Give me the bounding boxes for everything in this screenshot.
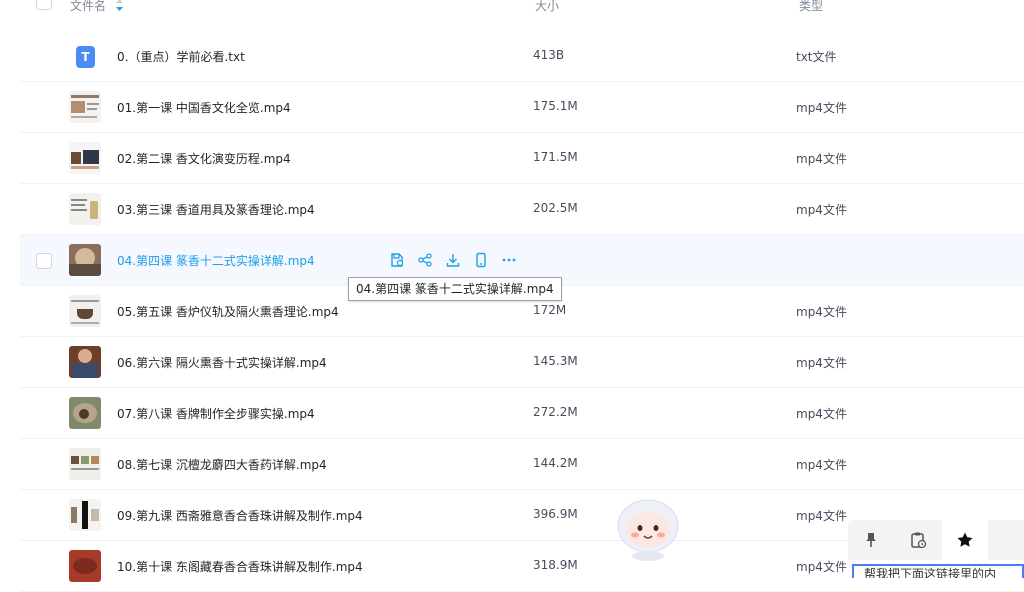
file-type: mp4文件 [796, 458, 847, 472]
file-name[interactable]: 05.第五课 香炉仪轨及隔火熏香理论.mp4 [117, 303, 339, 320]
select-all-checkbox[interactable] [36, 0, 52, 10]
file-size: 272.2M [533, 405, 578, 419]
file-name[interactable]: 0.（重点）学前必看.txt [117, 48, 245, 65]
pin-icon[interactable] [848, 520, 894, 560]
file-list-header: 文件名 大小 类型 [0, 0, 1024, 16]
file-size: 172M [533, 303, 567, 317]
floating-toolbar [848, 520, 1024, 560]
file-name[interactable]: 02.第二课 香文化演变历程.mp4 [117, 150, 291, 167]
save-icon[interactable] [388, 251, 406, 269]
download-icon[interactable] [444, 251, 462, 269]
file-name[interactable]: 07.第八课 香牌制作全步骤实操.mp4 [117, 405, 315, 422]
video-thumbnail [69, 550, 101, 582]
column-header-type[interactable]: 类型 [799, 0, 823, 14]
video-thumbnail [69, 244, 101, 276]
more-icon[interactable] [500, 251, 518, 269]
clipboard-icon[interactable] [895, 520, 941, 560]
file-name[interactable]: 10.第十课 东阁藏春香合香珠讲解及制作.mp4 [117, 558, 363, 575]
star-icon[interactable] [942, 520, 988, 560]
file-size: 171.5M [533, 150, 578, 164]
file-row[interactable]: 06.第六课 隔火熏香十式实操详解.mp4 145.3M mp4文件 [20, 337, 1024, 388]
video-thumbnail [69, 397, 101, 429]
filename-tooltip: 04.第四课 篆香十二式实操详解.mp4 [348, 277, 562, 301]
video-thumbnail [69, 142, 101, 174]
file-size: 202.5M [533, 201, 578, 215]
file-name[interactable]: 04.第四课 篆香十二式实操详解.mp4 [117, 252, 315, 269]
file-row[interactable]: 08.第七课 沉檀龙麝四大香药详解.mp4 144.2M mp4文件 [20, 439, 1024, 490]
column-header-size[interactable]: 大小 [535, 0, 559, 14]
column-header-name[interactable]: 文件名 [70, 0, 106, 14]
file-type: mp4文件 [796, 152, 847, 166]
video-thumbnail [69, 346, 101, 378]
file-size: 175.1M [533, 99, 578, 113]
assistant-input[interactable]: 帮我把下面这链接里的内 [852, 564, 1024, 578]
file-row[interactable]: T 0.（重点）学前必看.txt 413B txt文件 [20, 31, 1024, 82]
file-type: mp4文件 [796, 509, 847, 523]
file-type: mp4文件 [796, 203, 847, 217]
assistant-mascot-icon[interactable] [612, 498, 684, 562]
file-row[interactable]: 01.第一课 中国香文化全览.mp4 175.1M mp4文件 [20, 82, 1024, 133]
txt-file-icon: T [76, 46, 95, 68]
file-name[interactable]: 01.第一课 中国香文化全览.mp4 [117, 99, 291, 116]
phone-icon[interactable] [472, 251, 490, 269]
file-size: 413B [533, 48, 565, 62]
file-row[interactable]: 03.第三课 香道用具及篆香理论.mp4 202.5M mp4文件 [20, 184, 1024, 235]
file-name[interactable]: 03.第三课 香道用具及篆香理论.mp4 [117, 201, 315, 218]
video-thumbnail [69, 91, 101, 123]
sort-icon[interactable] [115, 0, 124, 12]
video-thumbnail [69, 193, 101, 225]
file-type: mp4文件 [796, 305, 847, 319]
share-icon[interactable] [416, 251, 434, 269]
file-name[interactable]: 06.第六课 隔火熏香十式实操详解.mp4 [117, 354, 327, 371]
file-size: 145.3M [533, 354, 578, 368]
file-type: txt文件 [796, 50, 837, 64]
file-name[interactable]: 08.第七课 沉檀龙麝四大香药详解.mp4 [117, 456, 327, 473]
video-thumbnail [69, 448, 101, 480]
file-type: mp4文件 [796, 560, 847, 574]
file-name[interactable]: 09.第九课 西斋雅意香合香珠讲解及制作.mp4 [117, 507, 363, 524]
file-size: 396.9M [533, 507, 578, 521]
file-type: mp4文件 [796, 101, 847, 115]
file-size: 318.9M [533, 558, 578, 572]
file-row[interactable]: 02.第二课 香文化演变历程.mp4 171.5M mp4文件 [20, 133, 1024, 184]
row-checkbox[interactable] [36, 253, 52, 269]
file-type: mp4文件 [796, 356, 847, 370]
file-type: mp4文件 [796, 407, 847, 421]
file-size: 144.2M [533, 456, 578, 470]
video-thumbnail [69, 295, 101, 327]
video-thumbnail [69, 499, 101, 531]
file-row[interactable]: 07.第八课 香牌制作全步骤实操.mp4 272.2M mp4文件 [20, 388, 1024, 439]
